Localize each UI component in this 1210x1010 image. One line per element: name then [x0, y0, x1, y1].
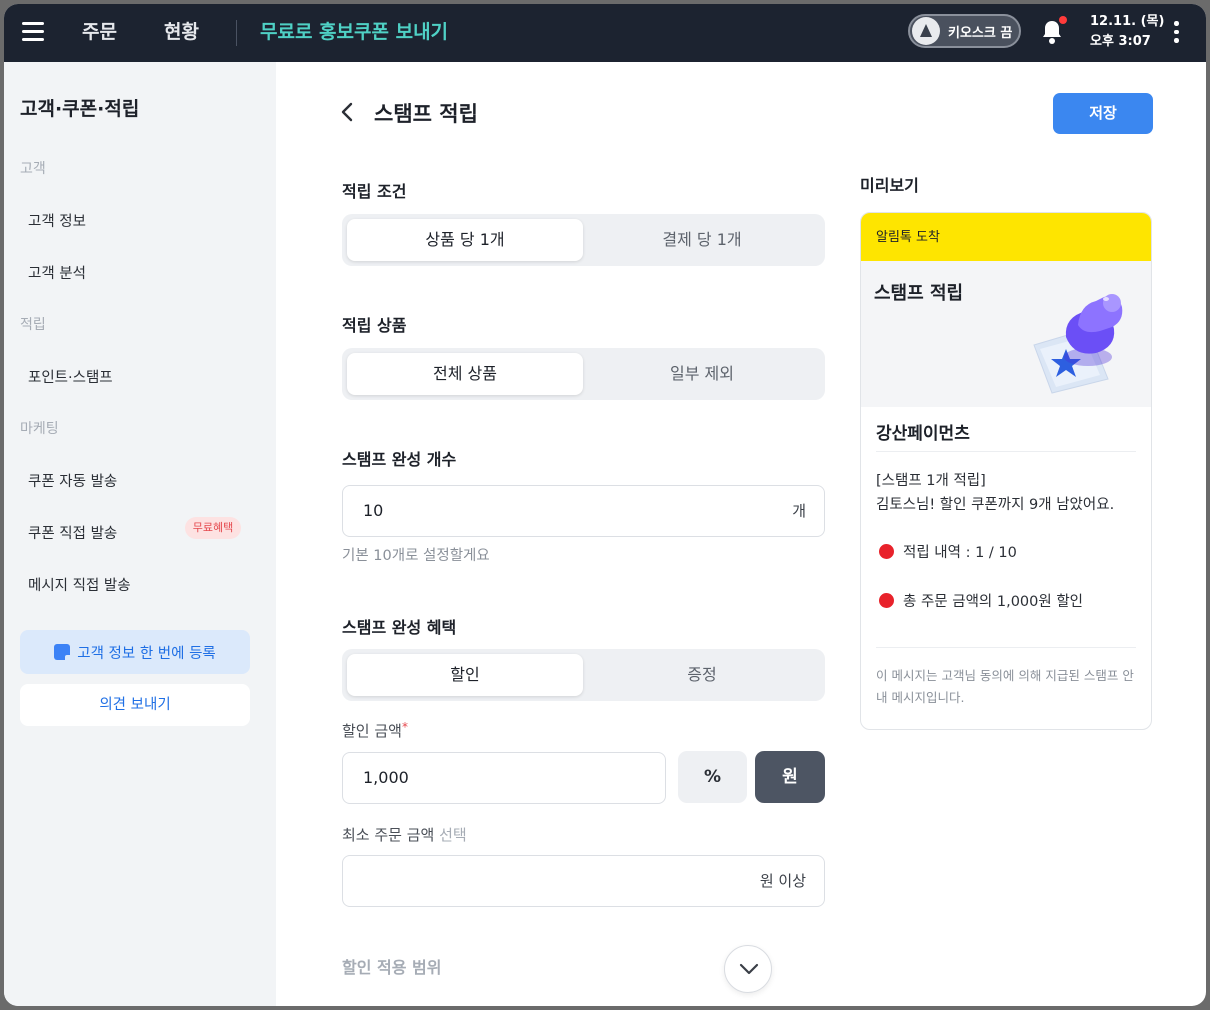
page-title: 스탬프 적립 [374, 102, 478, 126]
sidebar-item-point-stamp[interactable]: 포인트·스탬프 [28, 366, 113, 387]
register-icon [54, 644, 73, 662]
condition-label: 적립 조건 [342, 182, 407, 201]
preview-bullet-discount: 총 주문 금액의 1,000원 할인 [879, 590, 1083, 611]
preview-hero: 스탬프 적립 [861, 261, 1151, 407]
clock-time: 오후 3:07 [1090, 34, 1151, 49]
sidebar-item-customer-analysis[interactable]: 고객 분석 [28, 262, 86, 283]
promo-coupon-link[interactable]: 무료로 홍보쿠폰 보내기 [260, 4, 448, 60]
clock: 12.11. (목) 오후 3:07 [1090, 12, 1164, 52]
sidebar: 고객·쿠폰·적립 고객 고객 정보 고객 분석 적립 포인트·스탬프 마케팅 쿠… [4, 62, 276, 1006]
products-option-all[interactable]: 전체 상품 [347, 353, 583, 395]
notification-bell-icon[interactable] [1040, 16, 1067, 46]
sidebar-section-marketing: 마케팅 [20, 421, 59, 437]
kiosk-toggle-label: 키오스크 끔 [948, 25, 1013, 41]
feedback-button[interactable]: 의견 보내기 [20, 684, 250, 726]
preview-card: 알림톡 도착 스탬프 적립 강산페이먼츠 [스탬프 1개 적립] 김토스님! 할… [860, 212, 1152, 730]
preview-label: 미리보기 [860, 176, 919, 195]
nav-status[interactable]: 현황 [164, 4, 199, 62]
preview-bullet-history: 적립 내역 : 1 / 10 [879, 541, 1017, 562]
red-dot-icon [879, 593, 894, 608]
min-order-optional-tag: 선택 [439, 826, 467, 844]
kiosk-toggle[interactable]: 키오스크 끔 [908, 14, 1021, 48]
free-benefit-badge: 무료혜택 [185, 517, 241, 539]
sidebar-section-customer: 고객 [20, 161, 46, 177]
products-option-exclude[interactable]: 일부 제외 [584, 353, 820, 395]
discount-amount-value: 1,000 [363, 768, 409, 787]
benefit-option-discount[interactable]: 할인 [347, 654, 583, 696]
unit-won-button[interactable]: 원 [755, 751, 825, 803]
top-bar: 주문 현황 무료로 홍보쿠폰 보내기 키오스크 끔 12.11. (목) 오후 … [4, 4, 1206, 62]
red-dot-icon [879, 544, 894, 559]
discount-scope-label: 할인 적용 범위 [342, 958, 442, 977]
stamp-count-helper: 기본 10개로 설정할게요 [342, 548, 490, 564]
preview-divider-bottom [876, 647, 1136, 648]
preview-message-line1: [스탬프 1개 적립] [876, 473, 986, 489]
unit-percent-button[interactable]: % [678, 751, 747, 803]
benefit-label: 스탬프 완성 혜택 [342, 618, 457, 637]
preview-bullet-discount-text: 총 주문 금액의 1,000원 할인 [903, 594, 1084, 610]
hamburger-menu-icon[interactable] [22, 22, 44, 42]
sidebar-item-customer-info[interactable]: 고객 정보 [28, 210, 86, 231]
preview-header: 알림톡 도착 [861, 213, 1151, 261]
preview-hero-title: 스탬프 적립 [874, 283, 964, 304]
clock-date: 12.11. (목) [1090, 14, 1165, 29]
preview-divider-top [876, 451, 1136, 452]
register-customers-label: 고객 정보 한 번에 등록 [77, 645, 216, 662]
sidebar-item-coupon-direct[interactable]: 쿠폰 직접 발송 [28, 522, 117, 543]
products-label: 적립 상품 [342, 316, 407, 335]
nav-divider [236, 20, 237, 46]
save-button[interactable]: 저장 [1053, 93, 1153, 134]
sidebar-section-points: 적립 [20, 317, 46, 333]
min-order-input[interactable]: 원 이상 [342, 855, 825, 907]
min-order-label: 최소 주문 금액 선택 [342, 824, 467, 845]
kiosk-icon [912, 17, 940, 45]
stamp-illustration-icon [1033, 294, 1123, 394]
required-mark: * [401, 720, 408, 734]
min-order-unit: 원 이상 [759, 872, 806, 890]
nav-order[interactable]: 주문 [82, 4, 117, 62]
stamp-count-value: 10 [363, 501, 384, 520]
discount-amount-label: 할인 금액* [342, 720, 408, 741]
sidebar-item-message-direct[interactable]: 메시지 직접 발송 [28, 574, 131, 595]
preview-message-line2: 김토스님! 할인 쿠폰까지 9개 남았어요. [876, 497, 1115, 513]
sidebar-title: 고객·쿠폰·적립 [20, 98, 140, 120]
min-order-label-text: 최소 주문 금액 [342, 826, 435, 844]
benefit-segmented-control: 할인 증정 [342, 649, 825, 701]
condition-option-per-payment[interactable]: 결제 당 1개 [584, 219, 820, 261]
discount-amount-input[interactable]: 1,000 [342, 752, 666, 804]
app-window: 주문 현황 무료로 홍보쿠폰 보내기 키오스크 끔 12.11. (목) 오후 … [4, 4, 1206, 1006]
products-segmented-control: 전체 상품 일부 제외 [342, 348, 825, 400]
more-options-icon[interactable] [1174, 21, 1180, 45]
register-customers-button[interactable]: 고객 정보 한 번에 등록 [20, 630, 250, 674]
stamp-count-unit: 개 [792, 502, 806, 520]
notification-dot [1059, 16, 1067, 24]
sidebar-item-coupon-auto[interactable]: 쿠폰 자동 발송 [28, 470, 117, 491]
scroll-down-button[interactable] [724, 945, 772, 993]
condition-option-per-product[interactable]: 상품 당 1개 [347, 219, 583, 261]
benefit-option-gift[interactable]: 증정 [584, 654, 820, 696]
discount-amount-label-text: 할인 금액 [342, 722, 402, 740]
preview-bullet-history-text: 적립 내역 : 1 / 10 [903, 545, 1017, 561]
stamp-count-label: 스탬프 완성 개수 [342, 450, 457, 469]
back-chevron-icon[interactable] [338, 100, 356, 124]
preview-store-name: 강산페이먼츠 [876, 424, 970, 444]
preview-footer-note: 이 메시지는 고객님 동의에 의해 지급된 스탬프 안내 메시지입니다. [876, 668, 1134, 705]
stamp-count-input[interactable]: 10 개 [342, 485, 825, 537]
chevron-down-icon [739, 963, 759, 975]
condition-segmented-control: 상품 당 1개 결제 당 1개 [342, 214, 825, 266]
